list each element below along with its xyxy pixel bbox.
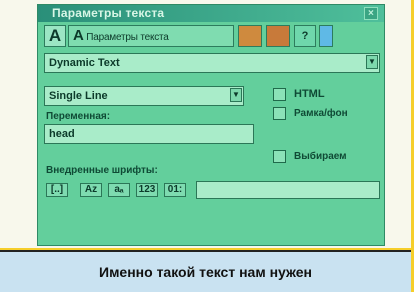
selectable-checkbox[interactable] <box>273 150 286 163</box>
embed-uppercase-button[interactable]: Az <box>80 183 102 197</box>
chevron-down-icon[interactable]: ▼ <box>366 55 378 69</box>
panel-toolbar: A A Параметры текста ? <box>44 25 380 47</box>
text-properties-panel: Параметры текста × A A Параметры текста … <box>37 4 385 246</box>
screenshot-photo: Параметры текста × A A Параметры текста … <box>0 0 411 248</box>
text-options-tab[interactable]: A Параметры текста <box>68 25 234 47</box>
embed-numbers-button[interactable]: 123 <box>136 183 158 197</box>
border-label: Рамка/фон <box>294 108 348 119</box>
figure-caption: Именно такой текст нам нужен <box>0 250 411 292</box>
article-frame: Параметры текста × A A Параметры текста … <box>0 0 414 292</box>
selectable-label: Выбираем <box>294 151 347 162</box>
variable-value: head <box>49 128 75 140</box>
folder-icon[interactable] <box>238 25 262 47</box>
options-menu-icon[interactable] <box>319 25 333 47</box>
edit-icon[interactable] <box>266 25 290 47</box>
html-checkbox[interactable] <box>273 88 286 101</box>
variable-input[interactable]: head <box>44 124 254 144</box>
help-icon[interactable]: ? <box>294 25 316 47</box>
character-tab[interactable]: A <box>44 25 66 47</box>
caption-text: Именно такой текст нам нужен <box>99 264 312 280</box>
panel-titlebar[interactable]: Параметры текста × <box>38 5 384 22</box>
border-checkbox[interactable] <box>273 107 286 120</box>
line-type-select[interactable]: Single Line ▼ <box>44 86 244 106</box>
html-label: HTML <box>294 88 325 100</box>
embed-punctuation-button[interactable]: 01: <box>164 183 186 197</box>
variable-label: Переменная: <box>46 111 111 122</box>
embed-fonts-label: Внедренные шрифты: <box>46 165 158 176</box>
close-icon[interactable]: × <box>364 7 378 20</box>
text-type-value: Dynamic Text <box>49 57 120 69</box>
panel-title: Параметры текста <box>52 6 165 20</box>
text-options-icon: A <box>73 27 84 44</box>
text-options-label: Параметры текста <box>86 32 169 43</box>
embed-lowercase-button[interactable]: aₐ <box>108 183 130 197</box>
embed-all-button[interactable]: [..] <box>46 183 68 197</box>
embed-chars-input[interactable] <box>196 181 380 199</box>
chevron-down-icon[interactable]: ▼ <box>230 88 242 102</box>
text-type-select[interactable]: Dynamic Text ▼ <box>44 53 380 73</box>
line-type-value: Single Line <box>49 90 108 102</box>
